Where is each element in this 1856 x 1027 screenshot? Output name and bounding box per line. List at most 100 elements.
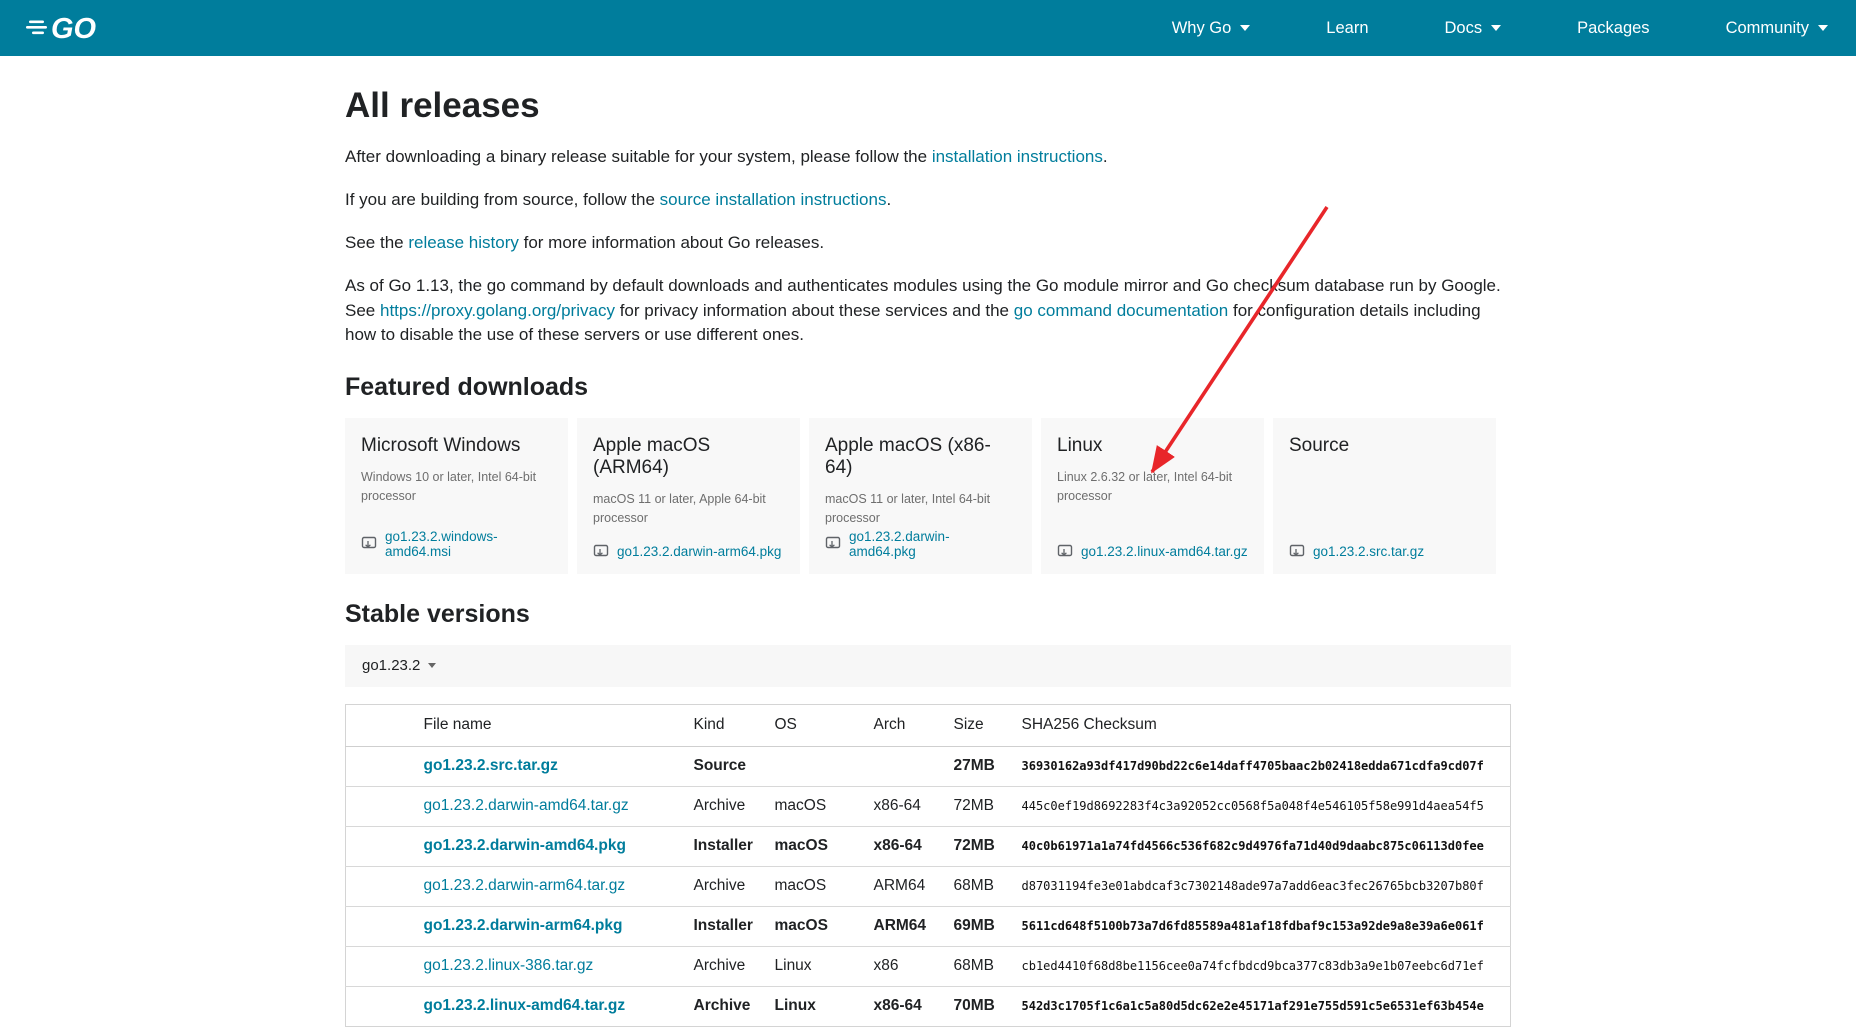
go-logo[interactable]: GO <box>26 12 108 44</box>
sha256-cell: 445c0ef19d8692283f4c3a92052cc0568f5a048f… <box>1022 786 1511 826</box>
file-link[interactable]: go1.23.2.darwin-arm64.pkg <box>424 917 623 934</box>
download-link-darwin-arm64[interactable]: go1.23.2.darwin-arm64.pkg <box>593 544 784 559</box>
table-row: go1.23.2.linux-amd64.tar.gz Archive Linu… <box>346 986 1511 1026</box>
os-cell: Linux <box>775 946 874 986</box>
card-subtitle: Windows 10 or later, Intel 64-bit proces… <box>361 468 552 507</box>
file-link[interactable]: go1.23.2.linux-386.tar.gz <box>424 957 594 974</box>
source-installation-instructions-link[interactable]: source installation instructions <box>660 190 887 209</box>
text: See the <box>345 233 408 252</box>
arch-cell: x86-64 <box>874 986 954 1026</box>
os-cell: macOS <box>775 786 874 826</box>
arch-cell: ARM64 <box>874 906 954 946</box>
nav-item-label: Packages <box>1577 19 1649 38</box>
nav-item-label: Why Go <box>1172 19 1232 38</box>
file-link[interactable]: go1.23.2.darwin-amd64.tar.gz <box>424 797 629 814</box>
table-row: go1.23.2.darwin-arm64.tar.gz Archive mac… <box>346 866 1511 906</box>
arch-cell: x86-64 <box>874 826 954 866</box>
caret-down-icon <box>428 663 436 668</box>
kind-cell: Installer <box>694 826 775 866</box>
download-link-darwin-amd64[interactable]: go1.23.2.darwin-amd64.pkg <box>825 529 1016 559</box>
arch-cell <box>874 746 954 786</box>
go-command-documentation-link[interactable]: go command documentation <box>1014 301 1229 320</box>
spacer-cell <box>346 906 424 946</box>
featured-card-macos-arm64: Apple macOS (ARM64) macOS 11 or later, A… <box>577 418 800 574</box>
card-title: Microsoft Windows <box>361 435 552 457</box>
col-arch: Arch <box>874 704 954 746</box>
spacer-cell <box>346 986 424 1026</box>
featured-cards: Microsoft Windows Windows 10 or later, I… <box>345 418 1511 574</box>
text: . <box>1103 147 1108 166</box>
nav-item-learn[interactable]: Learn <box>1326 19 1368 38</box>
table-row: go1.23.2.linux-386.tar.gz Archive Linux … <box>346 946 1511 986</box>
nav-item-label: Community <box>1726 19 1809 38</box>
size-cell: 68MB <box>954 866 1022 906</box>
size-cell: 72MB <box>954 786 1022 826</box>
downloads-table: File name Kind OS Arch Size SHA256 Check… <box>345 704 1511 1027</box>
sha256-cell: 542d3c1705f1c6a1c5a80d5dc62e2e45171af291… <box>1022 986 1511 1026</box>
spacer-cell <box>346 866 424 906</box>
nav-item-docs[interactable]: Docs <box>1445 19 1502 38</box>
table-row: go1.23.2.src.tar.gz Source 27MB 36930162… <box>346 746 1511 786</box>
version-selector[interactable]: go1.23.2 <box>345 645 1511 687</box>
intro-paragraph-3: See the release history for more informa… <box>345 231 1511 255</box>
main-content: All releases After downloading a binary … <box>345 86 1511 1027</box>
card-title: Linux <box>1057 435 1248 457</box>
card-title: Source <box>1289 435 1480 457</box>
download-file-name: go1.23.2.darwin-arm64.pkg <box>617 544 781 559</box>
size-cell: 69MB <box>954 906 1022 946</box>
arch-cell: ARM64 <box>874 866 954 906</box>
download-icon <box>1289 544 1306 559</box>
text: After downloading a binary release suita… <box>345 147 932 166</box>
text: If you are building from source, follow … <box>345 190 660 209</box>
os-cell: macOS <box>775 906 874 946</box>
download-icon <box>361 536 378 551</box>
col-sha256: SHA256 Checksum <box>1022 704 1511 746</box>
download-link-linux-amd64[interactable]: go1.23.2.linux-amd64.tar.gz <box>1057 544 1248 559</box>
release-history-link[interactable]: release history <box>408 233 519 252</box>
file-link[interactable]: go1.23.2.darwin-amd64.pkg <box>424 837 626 854</box>
nav-item-label: Learn <box>1326 19 1368 38</box>
sha256-cell: cb1ed4410f68d8be1156cee0a74fcfbdcd9bca37… <box>1022 946 1511 986</box>
arch-cell: x86 <box>874 946 954 986</box>
file-link[interactable]: go1.23.2.src.tar.gz <box>424 757 558 774</box>
download-link-windows[interactable]: go1.23.2.windows-amd64.msi <box>361 529 552 559</box>
table-row: go1.23.2.darwin-amd64.tar.gz Archive mac… <box>346 786 1511 826</box>
os-cell: Linux <box>775 986 874 1026</box>
col-size: Size <box>954 704 1022 746</box>
caret-down-icon <box>1240 25 1250 31</box>
kind-cell: Installer <box>694 906 775 946</box>
spacer-cell <box>346 704 424 746</box>
nav-item-label: Docs <box>1445 19 1483 38</box>
spacer-cell <box>346 746 424 786</box>
file-link[interactable]: go1.23.2.linux-amd64.tar.gz <box>424 997 626 1014</box>
download-link-src[interactable]: go1.23.2.src.tar.gz <box>1289 544 1480 559</box>
intro-paragraph-4: As of Go 1.13, the go command by default… <box>345 274 1511 346</box>
intro-paragraph-1: After downloading a binary release suita… <box>345 145 1511 169</box>
nav-item-packages[interactable]: Packages <box>1577 19 1649 38</box>
featured-card-linux: Linux Linux 2.6.32 or later, Intel 64-bi… <box>1041 418 1264 574</box>
featured-card-windows: Microsoft Windows Windows 10 or later, I… <box>345 418 568 574</box>
os-cell <box>775 746 874 786</box>
sha256-cell: 40c0b61971a1a74fd4566c536f682c9d4976fa71… <box>1022 826 1511 866</box>
nav-item-community[interactable]: Community <box>1726 19 1828 38</box>
kind-cell: Archive <box>694 786 775 826</box>
kind-cell: Source <box>694 746 775 786</box>
sha256-cell: 5611cd648f5100b73a7d6fd85589a481af18fdba… <box>1022 906 1511 946</box>
card-subtitle: macOS 11 or later, Apple 64-bit processo… <box>593 490 784 529</box>
spacer-cell <box>346 826 424 866</box>
card-title: Apple macOS (ARM64) <box>593 435 784 479</box>
file-link[interactable]: go1.23.2.darwin-arm64.tar.gz <box>424 877 626 894</box>
download-file-name: go1.23.2.linux-amd64.tar.gz <box>1081 544 1248 559</box>
featured-downloads-heading: Featured downloads <box>345 373 1511 402</box>
table-header-row: File name Kind OS Arch Size SHA256 Check… <box>346 704 1511 746</box>
nav-item-why-go[interactable]: Why Go <box>1172 19 1251 38</box>
proxy-privacy-link[interactable]: https://proxy.golang.org/privacy <box>380 301 615 320</box>
card-subtitle: macOS 11 or later, Intel 64-bit processo… <box>825 490 1016 529</box>
download-file-name: go1.23.2.darwin-amd64.pkg <box>849 529 1016 559</box>
sha256-cell: 36930162a93df417d90bd22c6e14daff4705baac… <box>1022 746 1511 786</box>
installation-instructions-link[interactable]: installation instructions <box>932 147 1103 166</box>
sha256-cell: d87031194fe3e01abdcaf3c7302148ade97a7add… <box>1022 866 1511 906</box>
featured-card-macos-x86: Apple macOS (x86-64) macOS 11 or later, … <box>809 418 1032 574</box>
kind-cell: Archive <box>694 866 775 906</box>
arch-cell: x86-64 <box>874 786 954 826</box>
